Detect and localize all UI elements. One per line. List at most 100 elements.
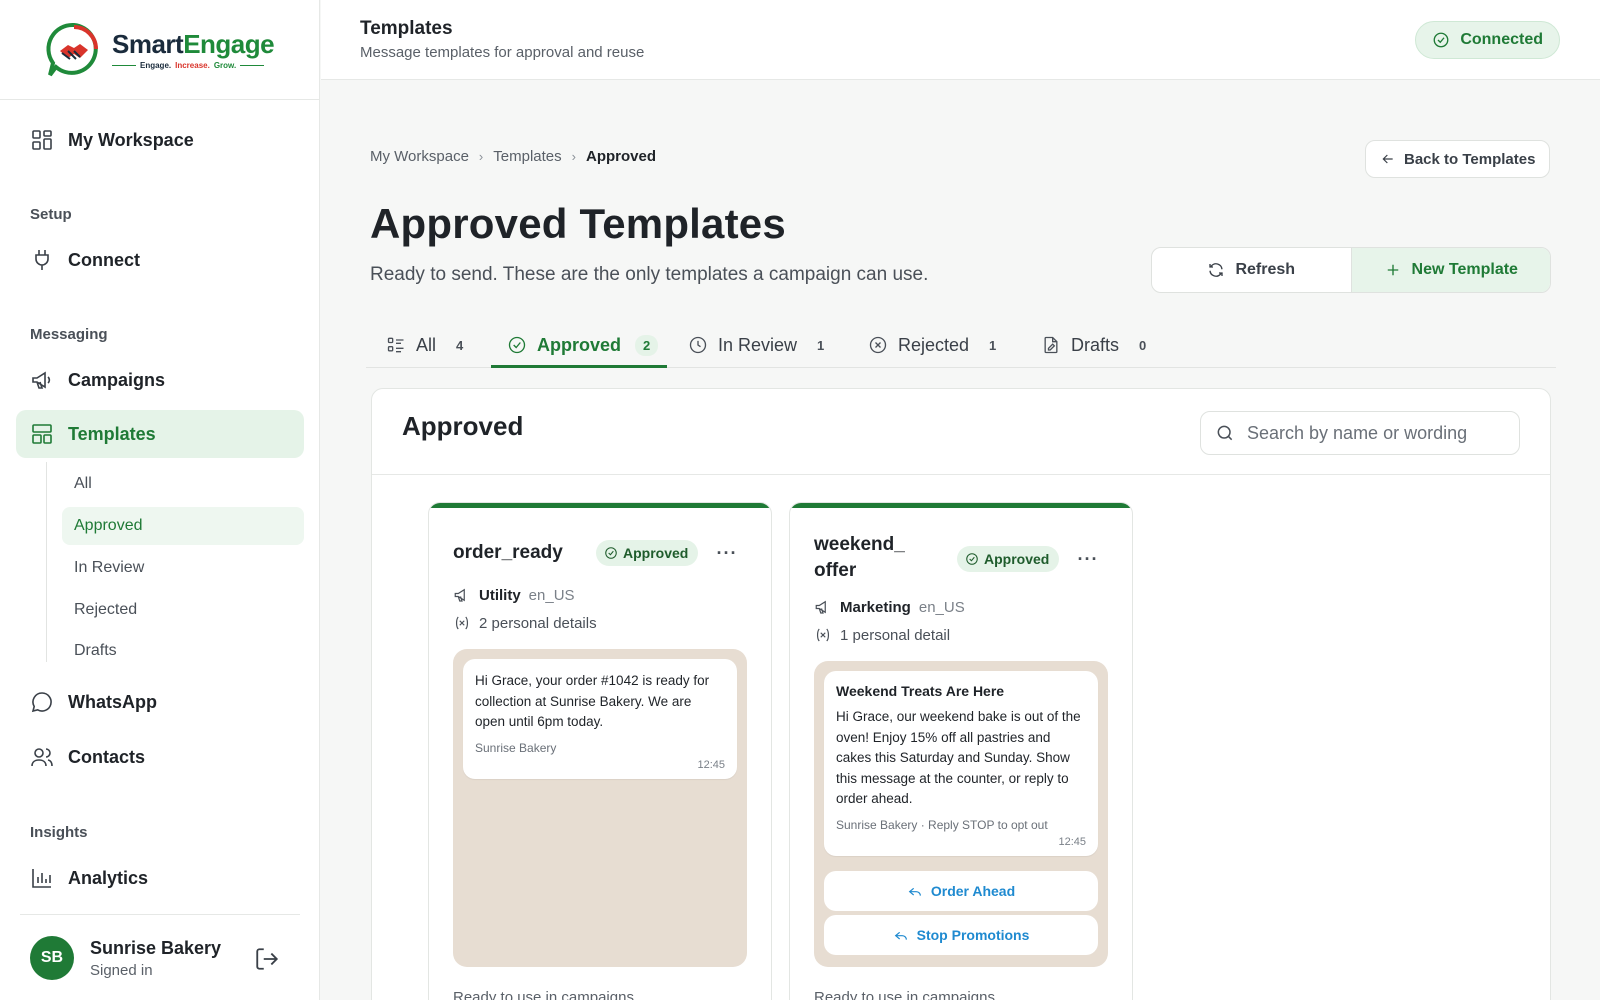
message-time: 12:45 — [697, 758, 725, 771]
sidebar-item-label: WhatsApp — [68, 691, 157, 712]
template-category-row: Marketing en_US — [814, 598, 965, 616]
user-status: Signed in — [90, 961, 153, 979]
reply-icon — [894, 931, 907, 940]
brand-tagline: Engage. Increase. Grow. — [112, 61, 274, 70]
message-bubble: Hi Grace, your order #1042 is ready for … — [463, 659, 737, 779]
message-bubble: Weekend Treats Are Here Hi Grace, our we… — [824, 671, 1098, 856]
tab-rejected[interactable]: Rejected 1 — [868, 322, 996, 368]
sub-item-all[interactable]: All — [62, 465, 304, 503]
check-circle-icon — [605, 547, 617, 559]
arrow-left-icon — [1382, 154, 1393, 164]
plug-icon — [35, 250, 49, 270]
refresh-button[interactable]: Refresh — [1152, 248, 1351, 292]
grid-icon — [32, 130, 52, 150]
logout-button[interactable] — [254, 946, 280, 972]
message-time: 12:45 — [1058, 835, 1086, 848]
status-badge: Approved — [957, 546, 1060, 572]
template-name: weekend_ offer — [814, 534, 905, 581]
sidebar-item-label: Connect — [68, 249, 140, 270]
search-icon — [1217, 425, 1233, 441]
sidebar-item-templates[interactable]: Templates — [16, 410, 304, 458]
sidebar-item-label: Analytics — [68, 867, 149, 888]
section-label-messaging: Messaging — [30, 326, 108, 343]
check-circle-icon — [508, 336, 526, 354]
template-footnote: Ready to use in campaigns. — [814, 989, 1000, 1000]
tab-count: 1 — [817, 337, 825, 353]
section-label-setup: Setup — [30, 206, 72, 223]
sidebar-item-campaigns[interactable]: Campaigns — [16, 356, 304, 404]
template-card-order-ready[interactable]: order_ready Approved ··· Utility en_US 2… — [428, 502, 772, 1000]
layout-icon — [32, 424, 52, 444]
sidebar-item-contacts[interactable]: Contacts — [16, 733, 304, 781]
sub-nav-rail — [46, 462, 47, 662]
bar-chart-icon — [32, 869, 51, 888]
x-circle-icon — [869, 336, 887, 354]
template-card-weekend-offer[interactable]: weekend_ offer Approved ··· Marketing en… — [789, 502, 1133, 1000]
breadcrumb-workspace[interactable]: My Workspace — [370, 148, 469, 165]
message-body: Hi Grace, our weekend bake is out of the… — [836, 709, 1081, 806]
sub-item-in-review[interactable]: In Review — [62, 549, 304, 587]
template-variables-row: 2 personal details — [453, 614, 597, 632]
message-preview: Weekend Treats Are Here Hi Grace, our we… — [814, 661, 1108, 967]
reply-icon — [908, 887, 921, 896]
sidebar-item-analytics[interactable]: Analytics — [16, 854, 304, 902]
breadcrumb-templates[interactable]: Templates — [493, 148, 561, 165]
megaphone-icon — [32, 371, 51, 389]
tab-count: 4 — [456, 337, 464, 353]
message-header: Weekend Treats Are Here — [836, 683, 1005, 699]
tab-count: 1 — [989, 337, 997, 353]
back-to-templates-button[interactable]: Back to Templates — [1365, 140, 1551, 178]
tab-approved[interactable]: Approved 2 — [507, 322, 659, 368]
message-footer: Sunrise Bakery — [475, 740, 557, 755]
list-icon — [387, 337, 404, 353]
check-circle-icon — [966, 553, 978, 565]
template-name: order_ready — [453, 542, 563, 563]
sidebar-item-workspace[interactable]: My Workspace — [16, 116, 304, 164]
user-name: Sunrise Bakery — [90, 937, 222, 958]
template-variables: 1 personal detail — [840, 626, 951, 644]
message-body: Hi Grace, your order #1042 is ready for … — [475, 673, 710, 729]
search-input[interactable] — [1247, 422, 1497, 444]
panel-title: Approved — [402, 411, 524, 441]
brand-name: SmartEngage — [112, 29, 275, 59]
breadcrumb: My Workspace › Templates › Approved — [370, 148, 656, 165]
variable-icon — [455, 616, 469, 630]
sidebar-item-label: Templates — [68, 423, 156, 444]
more-options-button[interactable]: ··· — [715, 541, 739, 565]
page-title: Approved Templates — [370, 200, 786, 247]
template-category: Utility — [479, 586, 521, 604]
sidebar-item-label: Contacts — [68, 746, 146, 767]
tab-count: 0 — [1139, 337, 1147, 353]
page-section-title: Templates — [360, 18, 453, 39]
check-circle-icon — [1433, 32, 1449, 48]
user-profile[interactable]: SB Sunrise Bakery Signed in — [30, 936, 221, 980]
tab-drafts[interactable]: Drafts 0 — [1041, 322, 1146, 368]
template-language: en_US — [918, 598, 965, 616]
sub-item-drafts[interactable]: Drafts — [62, 632, 304, 670]
template-footnote: Ready to use in campaigns. — [453, 989, 639, 1000]
template-variables-row: 1 personal detail — [814, 626, 950, 644]
status-badge: Approved — [596, 540, 699, 566]
clock-icon — [689, 336, 707, 354]
message-preview: Hi Grace, your order #1042 is ready for … — [453, 649, 747, 967]
breadcrumb-current: Approved — [585, 148, 656, 165]
sub-item-rejected[interactable]: Rejected — [62, 591, 304, 629]
logout-icon — [256, 948, 279, 970]
more-options-button[interactable]: ··· — [1076, 547, 1100, 571]
template-category-row: Utility en_US — [453, 586, 575, 604]
tab-all[interactable]: All 4 — [386, 322, 463, 368]
users-icon — [31, 748, 53, 767]
tab-in-review[interactable]: In Review 1 — [688, 322, 824, 368]
megaphone-icon — [815, 600, 826, 614]
new-template-button[interactable]: New Template — [1350, 248, 1550, 292]
chevron-right-icon: › — [571, 149, 576, 164]
megaphone-icon — [454, 588, 465, 602]
message-footer: Sunrise Bakery · Reply STOP to opt out — [836, 817, 1048, 832]
quick-reply-order-ahead[interactable]: Order Ahead — [824, 871, 1098, 911]
brand[interactable]: SmartEngage Engage. Increase. Grow. — [0, 0, 319, 100]
sub-item-approved[interactable]: Approved — [62, 507, 304, 545]
quick-reply-stop-promotions[interactable]: Stop Promotions — [824, 915, 1098, 955]
search-box[interactable] — [1200, 411, 1520, 455]
sidebar-item-connect[interactable]: Connect — [16, 236, 304, 284]
sidebar-item-whatsapp[interactable]: WhatsApp — [16, 678, 304, 726]
